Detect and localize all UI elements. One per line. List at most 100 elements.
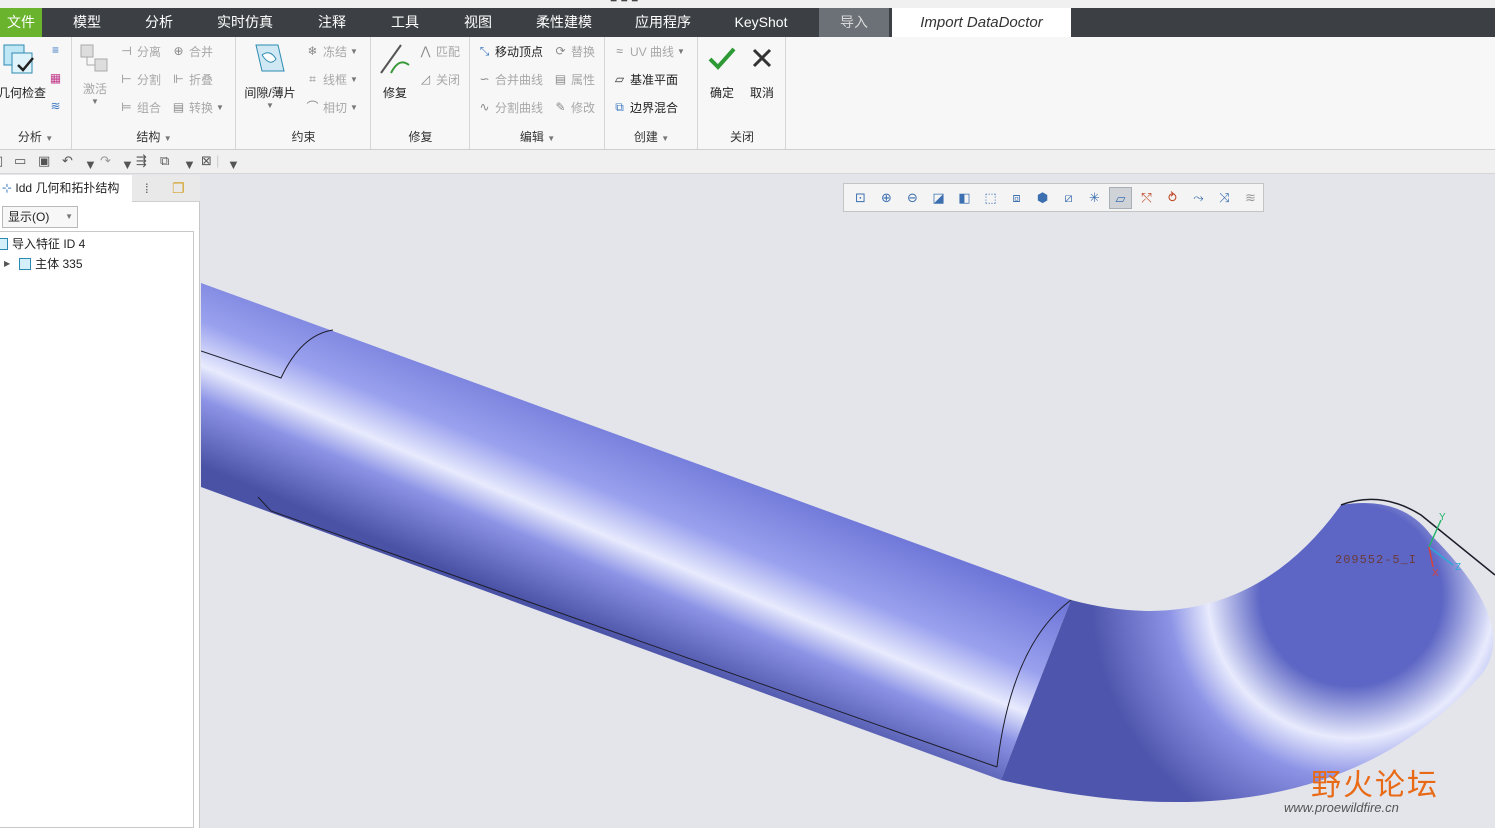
convert-button[interactable]: ▤ 转换 ▼ [171,99,224,116]
undo-dropdown-icon[interactable]: ▼ [84,157,97,172]
group-structure-label[interactable]: 结构 ▼ [73,128,235,145]
view-toolbar: ⊡ ⊕ ⊖ ◪ ◧ ⬚ ⧈ ⬢ ⧄ ✳ ▱ ⤲ ⥁ ⤳ ⤨ ≋ [843,183,1264,212]
replace-button[interactable]: ⟳ 替换 [553,43,595,60]
show-dropdown-label: 显示(O) [8,210,50,224]
move-vertex-icon: ⤡ [479,44,490,58]
uv-curve-button[interactable]: ≈ UV 曲线 ▼ [612,43,685,60]
display-style-icon[interactable]: ◧ [953,187,976,209]
gap-sheet-button[interactable]: 间隙/薄片 ▼ [241,41,299,110]
axis-y-label: Y [1439,512,1446,523]
gap-filter-icon[interactable]: ⤳ [1187,187,1210,209]
match-button[interactable]: ⋀ 匹配 [418,43,460,60]
windows-icon[interactable]: ⧉ [160,153,169,169]
merge-curves-button[interactable]: ∽ 合并曲线 [477,71,543,88]
regenerate-icon[interactable]: ⇶ [136,153,147,169]
geometry-check-button[interactable]: 几何检查 [0,41,46,101]
close-repair-button[interactable]: ◿ 关闭 [418,71,460,88]
split-label: 分割 [137,73,162,87]
quilt-filter-icon[interactable]: ≋ [1239,187,1262,209]
tab-flexible-modeling[interactable]: 柔性建模 [520,8,608,37]
match-label: 匹配 [436,45,461,59]
tab-import[interactable]: 导入 [819,8,889,37]
refit-icon[interactable]: ⊡ [849,187,872,209]
group-analysis-label[interactable]: 分析 ▼ [0,128,71,145]
color-map-icon[interactable]: ▦ [48,71,63,86]
split-curves-icon: ∿ [479,100,490,114]
expand-arrow-icon[interactable]: ▶ [4,259,10,268]
graphics-window[interactable]: Y Z X 209552-5_I ⊡ ⊕ ⊖ ◪ ◧ ⬚ ⧈ ⬢ ⧄ ✳ ▱ ⤲… [201,175,1495,828]
wireframe-button[interactable]: ⌗ 线框 ▼ [305,71,358,88]
datum-plane-button[interactable]: ▱ 基准平面 [612,71,678,88]
open-icon[interactable]: ▭ [14,153,26,169]
tab-model[interactable]: 模型 [52,8,122,37]
curve-filter-icon[interactable]: ⥁ [1161,187,1184,209]
repair-icon [380,44,410,74]
perspective-icon[interactable]: ⬢ [1031,187,1054,209]
tab-view[interactable]: 视图 [443,8,513,37]
tree-item-label: 导入特征 ID 4 [12,237,86,251]
tangent-button[interactable]: ⌒ 相切 ▼ [305,99,357,116]
close-window-icon[interactable]: ⊠ [201,153,212,169]
merge-button[interactable]: ⊕ 合并 [171,43,213,60]
separate-button[interactable]: ⊣ 分离 [119,43,161,60]
zoom-in-icon[interactable]: ⊕ [875,187,898,209]
tree-item-import-feature[interactable]: 导入特征 ID 4 [0,235,85,252]
tab-file[interactable]: 文件 [0,8,42,37]
tab-applications[interactable]: 应用程序 [619,8,707,37]
undo-icon[interactable]: ↶ [62,153,73,169]
ribbon: 几何检查 ≡ ▦ ≋ 分析 ▼ 激活 ▼ ⊣ 分离 ⊕ 合并 ⊢ 分割 ⊩ 折叠 ⊨ 组合… [0,37,1495,150]
freeze-button[interactable]: ❄ 冻结 ▼ [305,43,357,60]
customize-qat-icon[interactable]: ▼ [227,157,240,172]
datum-plane-label: 基准平面 [630,73,679,87]
redo-dropdown-icon[interactable]: ▼ [121,157,134,172]
gap-sheet-label: 间隙/薄片 [244,86,296,100]
edge-filter-icon[interactable]: ⤲ [1135,187,1158,209]
merge-label: 合并 [189,45,214,59]
new-icon[interactable]: ▯ [0,153,3,169]
window-title-bar: ■ ■ ■ [0,0,1495,8]
tab-analysis[interactable]: 分析 [124,8,194,37]
surface-select-icon[interactable]: ▱ [1109,186,1132,209]
tab-geometry-topology[interactable]: ⊹ Idd 几何和拓扑结构 [0,175,132,202]
tab-realtime-sim[interactable]: 实时仿真 [200,8,290,37]
datum-display-icon[interactable]: ✳ [1083,187,1106,209]
move-vertex-button[interactable]: ⤡ 移动顶点 [477,43,543,60]
windows-dropdown-icon[interactable]: ▼ [183,157,196,172]
fold-button[interactable]: ⊩ 折叠 [171,71,213,88]
group-edit-label[interactable]: 编辑 ▼ [471,128,604,145]
split-button[interactable]: ⊢ 分割 [119,71,161,88]
cancel-button[interactable]: 取消 [745,45,779,101]
combine-button[interactable]: ⊨ 组合 [119,99,161,116]
save-icon[interactable]: ▣ [38,153,50,169]
tab-keyshot[interactable]: KeyShot [718,8,804,37]
modify-button[interactable]: ✎ 修改 [553,99,595,116]
zoom-out-icon[interactable]: ⊖ [901,187,924,209]
check-list-icon[interactable]: ≡ [48,43,63,58]
feature-icon [0,237,8,250]
fold-label: 折叠 [189,73,214,87]
activate-button[interactable]: 激活 ▼ [79,43,111,106]
repair-button[interactable]: 修复 [376,41,414,101]
checkmark-icon [708,47,736,70]
tree-item-body[interactable]: ▶ 主体 335 [4,255,83,272]
properties-button[interactable]: ▤ 属性 [553,71,595,88]
view-manager-icon[interactable]: ⧈ [1005,187,1028,209]
repaint-icon[interactable]: ◪ [927,187,950,209]
vertex-filter-icon[interactable]: ⤨ [1213,187,1236,209]
spread-icon[interactable]: ≋ [48,99,63,114]
redo-icon[interactable]: ↷ [100,153,111,169]
split-curves-button[interactable]: ∿ 分割曲线 [477,99,543,116]
tab-import-datadoctor[interactable]: Import DataDoctor [892,8,1071,37]
tab-geometry-topology-label: Idd 几何和拓扑结构 [15,181,120,195]
tab-tools[interactable]: 工具 [370,8,440,37]
saved-orientations-icon[interactable]: ⬚ [979,187,1002,209]
layers-icon[interactable]: ❐ [172,180,185,197]
wireframe-label: 线框 [323,73,348,87]
section-icon[interactable]: ⧄ [1057,187,1080,209]
show-dropdown[interactable]: 显示(O) ▼ [2,206,78,228]
ok-button[interactable]: 确定 [705,45,739,101]
tab-annotate[interactable]: 注释 [297,8,367,37]
group-create-label[interactable]: 创建 ▼ [606,128,697,145]
boundary-blend-button[interactable]: ⧉ 边界混合 [612,99,678,116]
tree-structure-icon[interactable]: ⁞ [145,181,149,196]
